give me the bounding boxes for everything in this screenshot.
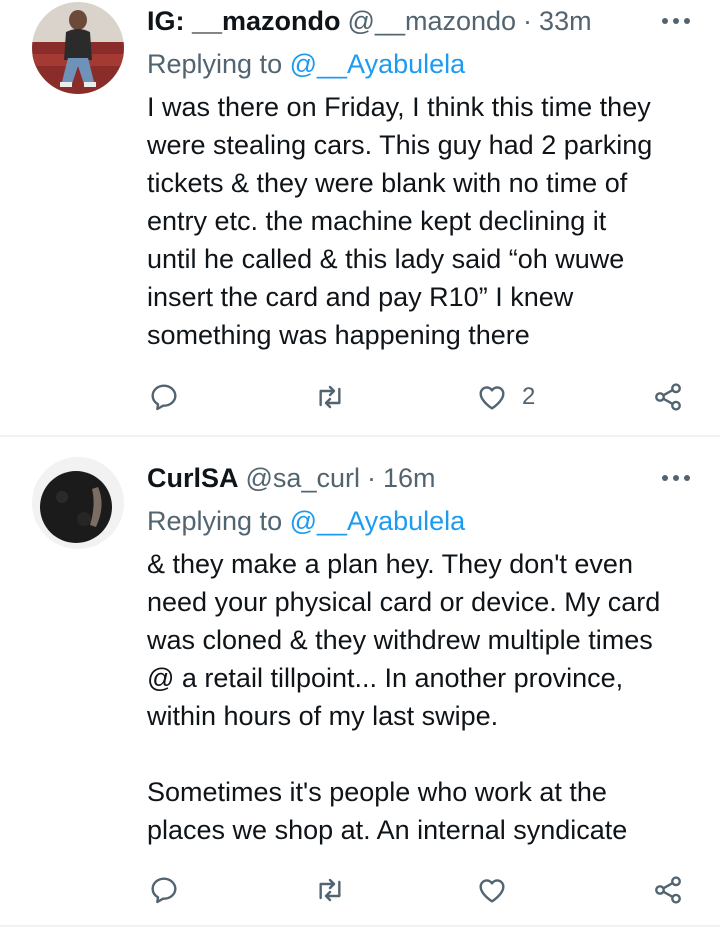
share-button[interactable]: [652, 865, 684, 915]
retweet-icon: [319, 385, 341, 409]
more-options-button[interactable]: [656, 460, 696, 496]
share-icon: [655, 876, 681, 904]
more-dots-icon: [662, 475, 690, 481]
tweet-line: until he called & this lady said “oh wuw…: [147, 244, 625, 274]
tweet-line: I was there on Friday, I think this time…: [147, 92, 651, 122]
timestamp[interactable]: 16m: [383, 463, 436, 494]
tweet-line: insert the card and pay R10” I knew: [147, 282, 574, 312]
reply-icon: [151, 877, 177, 904]
replying-to: Replying to @__Ayabulela: [147, 506, 465, 537]
tweet-line: need your physical card or device. My ca…: [147, 587, 661, 617]
tweet-line: @ a retail tillpoint... In another provi…: [147, 663, 624, 693]
display-name[interactable]: IG: __mazondo: [147, 6, 341, 37]
share-button[interactable]: [652, 372, 684, 422]
tweet-header: IG: __mazondo @__mazondo · 33m: [147, 3, 680, 39]
more-dots-icon: [662, 18, 690, 24]
like-button[interactable]: 2: [476, 372, 535, 422]
replying-to: Replying to @__Ayabulela: [147, 49, 465, 80]
tweet-actions: 2: [130, 372, 710, 422]
profile-photo-icon: [32, 457, 124, 549]
replying-to-label: Replying to: [147, 506, 283, 536]
more-options-button[interactable]: [656, 3, 696, 39]
share-icon: [655, 383, 681, 411]
separator: ·: [366, 462, 376, 493]
reply-button[interactable]: [148, 865, 180, 915]
user-handle[interactable]: @sa_curl: [246, 463, 360, 494]
tweet-header: CurlSA @sa_curl · 16m: [147, 460, 680, 496]
retweet-button[interactable]: [314, 865, 346, 915]
avatar[interactable]: [32, 457, 124, 549]
tweet-line: [147, 735, 692, 773]
replying-to-label: Replying to: [147, 49, 283, 79]
tweet-line: were stealing cars. This guy had 2 parki…: [147, 130, 653, 160]
tweet-line: something was happening there: [147, 320, 530, 350]
tweet-actions: [130, 865, 710, 915]
reply-button[interactable]: [148, 372, 180, 422]
tweet[interactable]: CurlSA @sa_curl · 16m Replying to @__Aya…: [0, 437, 720, 927]
heart-icon: [479, 386, 505, 410]
retweet-button[interactable]: [314, 372, 346, 422]
display-name[interactable]: CurlSA: [147, 463, 239, 494]
replying-to-handle[interactable]: @__Ayabulela: [290, 49, 466, 79]
avatar[interactable]: [32, 2, 124, 94]
tweet[interactable]: IG: __mazondo @__mazondo · 33m Replying …: [0, 0, 720, 437]
tweet-text: & they make a plan hey. They don't even …: [147, 545, 692, 849]
tweet-line: Sometimes it's people who work at the: [147, 777, 607, 807]
tweet-line: entry etc. the machine kept declining it: [147, 206, 607, 236]
separator: ·: [523, 5, 533, 36]
retweet-icon: [319, 878, 341, 902]
like-button[interactable]: [476, 865, 522, 915]
tweet-line: & they make a plan hey. They don't even: [147, 549, 633, 579]
tweet-text: I was there on Friday, I think this time…: [147, 88, 692, 354]
tweet-line: places we shop at. An internal syndicate: [147, 815, 628, 845]
heart-icon: [479, 879, 505, 903]
tweet-line: tickets & they were blank with no time o…: [147, 168, 628, 198]
profile-photo-icon: [32, 2, 124, 94]
replying-to-handle[interactable]: @__Ayabulela: [290, 506, 466, 536]
user-handle[interactable]: @__mazondo: [348, 6, 517, 37]
tweet-line: was cloned & they withdrew multiple time…: [147, 625, 653, 655]
like-count: 2: [522, 383, 536, 410]
timestamp[interactable]: 33m: [539, 6, 592, 37]
tweet-line: within hours of my last swipe.: [147, 701, 499, 731]
reply-icon: [151, 384, 177, 411]
